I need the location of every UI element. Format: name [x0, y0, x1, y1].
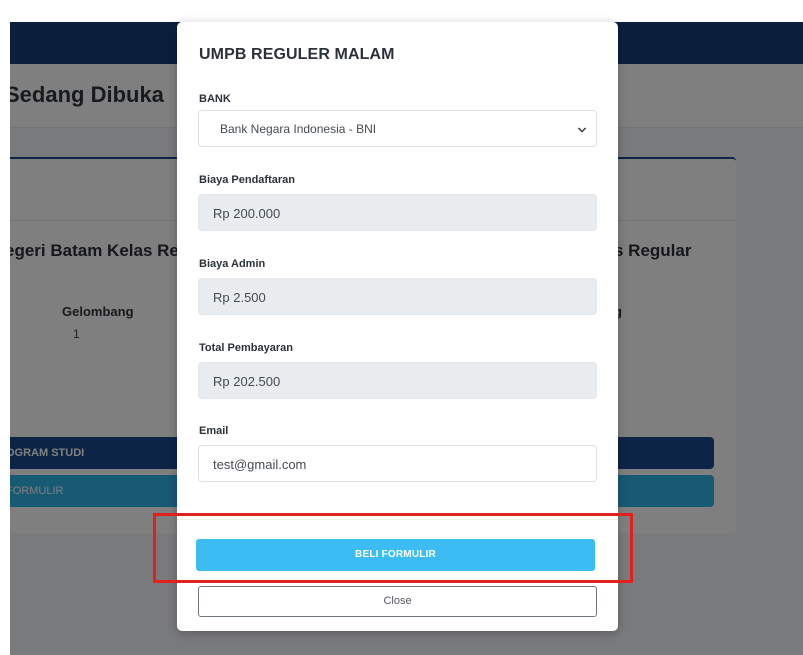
highlight-box — [153, 513, 633, 583]
email-label: Email — [199, 425, 229, 437]
bank-select-value: Bank Negara Indonesia - BNI — [220, 122, 377, 136]
chevron-down-icon — [578, 127, 586, 133]
admin-fee-label: Biaya Admin — [199, 258, 266, 270]
registration-fee-label: Biaya Pendaftaran — [199, 174, 295, 186]
total-payment-value: Rp 202.500 — [213, 374, 281, 389]
modal-title: UMPB REGULER MALAM — [199, 46, 395, 63]
registration-fee-field: Rp 200.000 — [198, 194, 597, 231]
bank-label: BANK — [199, 93, 231, 105]
admin-fee-field: Rp 2.500 — [198, 278, 597, 315]
email-field[interactable]: test@gmail.com — [198, 445, 597, 482]
bank-select[interactable]: Bank Negara Indonesia - BNI — [198, 110, 597, 147]
registration-fee-value: Rp 200.000 — [213, 206, 281, 221]
total-payment-field: Rp 202.500 — [198, 362, 597, 399]
admin-fee-value: Rp 2.500 — [213, 290, 266, 305]
close-button[interactable]: Close — [198, 586, 597, 617]
email-value: test@gmail.com — [213, 457, 307, 472]
screen: Sedang Dibuka egeri Batam Kelas Reg s Re… — [0, 0, 803, 655]
total-payment-label: Total Pembayaran — [199, 342, 293, 354]
